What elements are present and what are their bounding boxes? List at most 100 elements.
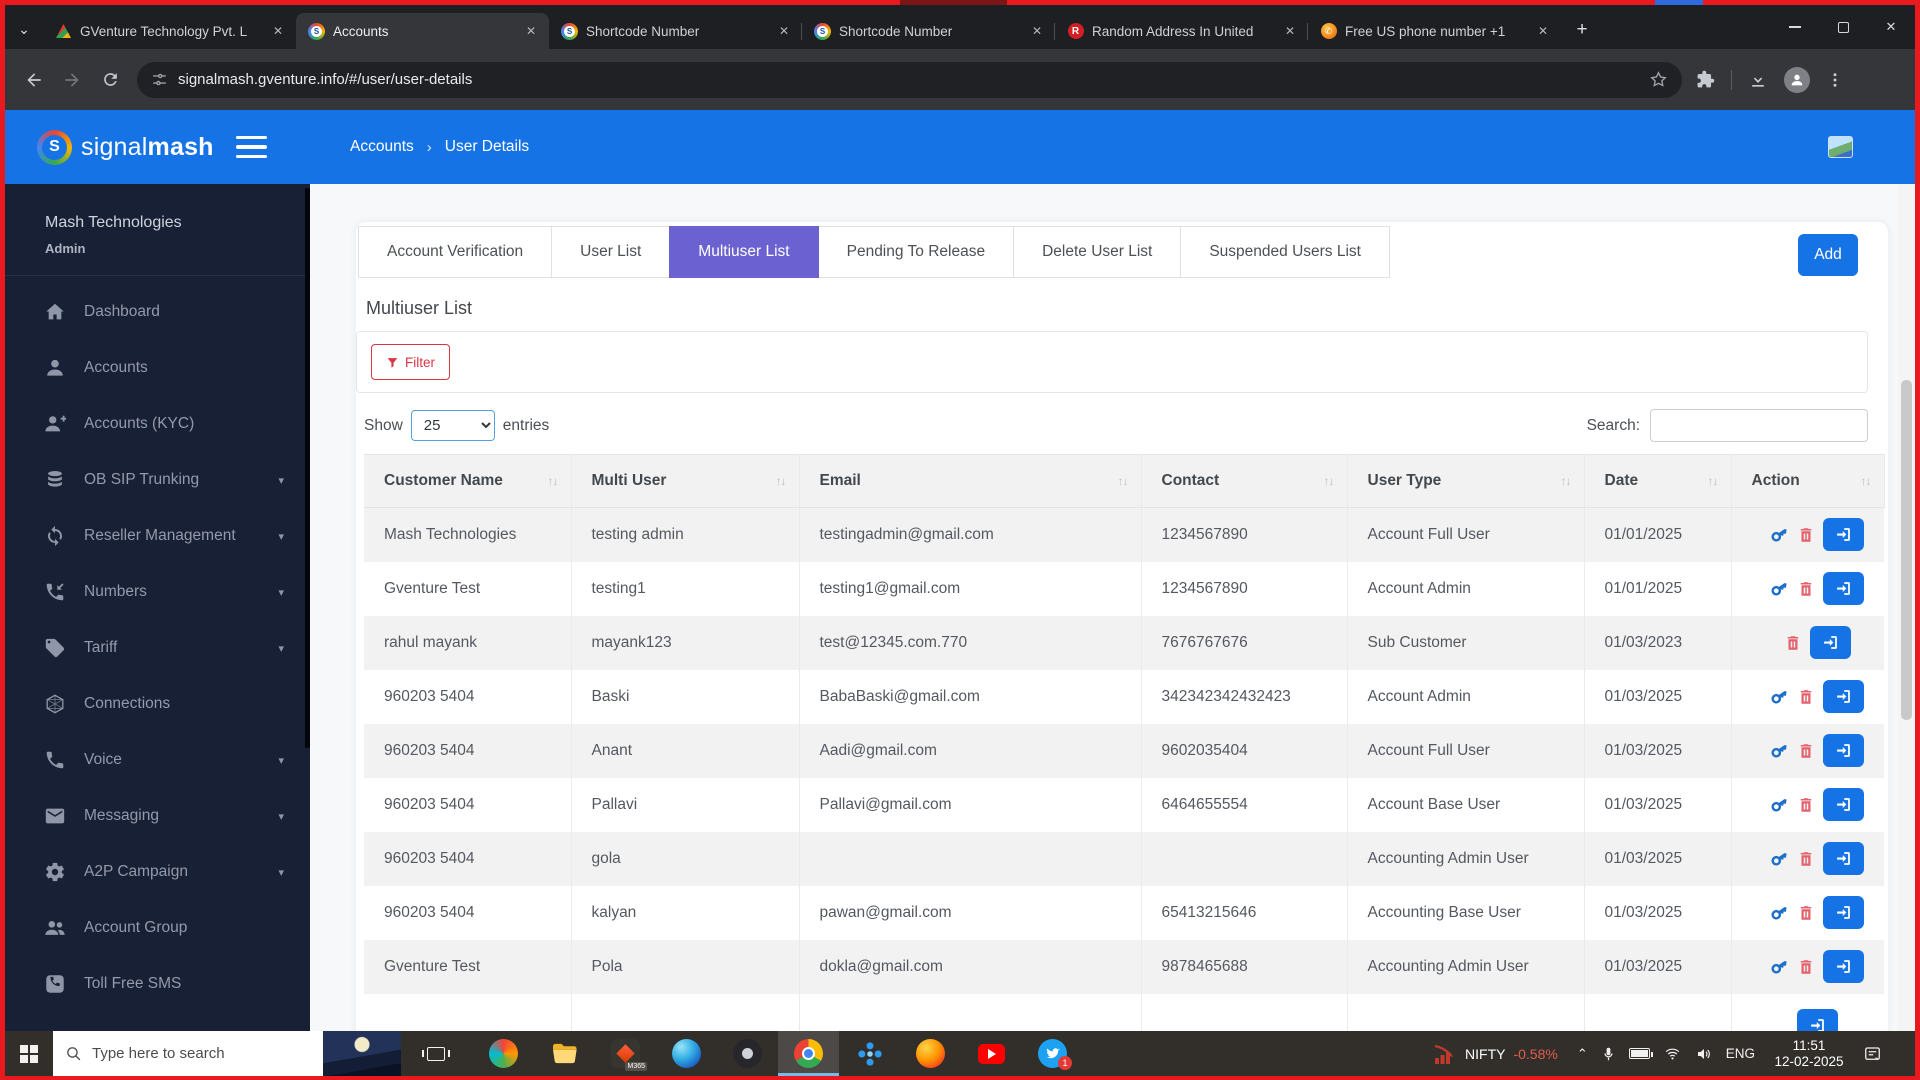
trash-icon[interactable] <box>1797 904 1815 922</box>
taskbar-app[interactable] <box>473 1031 534 1076</box>
tab-search-chevron-icon[interactable]: ⌄ <box>5 11 43 47</box>
sort-icon[interactable]: ↑↓ <box>548 474 558 488</box>
login-button[interactable] <box>1823 896 1864 929</box>
sidebar-item[interactable]: Accounts <box>5 340 310 396</box>
key-icon[interactable] <box>1767 575 1793 601</box>
sidebar-item[interactable]: Voice ▾ <box>5 732 310 788</box>
page-tab[interactable]: Delete User List <box>1013 226 1181 278</box>
language-indicator[interactable]: ENG <box>1726 1046 1755 1061</box>
page-scrollbar[interactable] <box>1898 184 1915 1031</box>
trash-icon[interactable] <box>1797 580 1815 598</box>
page-tab[interactable]: Multiuser List <box>669 226 818 278</box>
microphone-icon[interactable] <box>1601 1045 1616 1063</box>
filter-button[interactable]: Filter <box>371 344 450 380</box>
trash-icon[interactable] <box>1797 688 1815 706</box>
maximize-button[interactable] <box>1819 5 1867 49</box>
browser-tab[interactable]: R Random Address In United ✕ <box>1055 13 1308 49</box>
close-icon[interactable]: ✕ <box>1280 22 1300 40</box>
forward-button[interactable] <box>53 61 91 99</box>
extensions-icon[interactable] <box>1696 70 1715 89</box>
back-button[interactable] <box>15 61 53 99</box>
sidebar-item[interactable]: Dashboard <box>5 284 310 340</box>
taskbar-search[interactable]: Type here to search <box>53 1031 401 1076</box>
battery-icon[interactable] <box>1629 1048 1650 1059</box>
new-tab-button[interactable]: + <box>1567 15 1597 45</box>
taskbar-app[interactable] <box>778 1031 839 1076</box>
action-center-icon[interactable] <box>1863 1045 1882 1063</box>
login-button[interactable] <box>1823 680 1864 713</box>
sort-icon[interactable]: ↑↓ <box>1861 474 1871 488</box>
sidebar-item[interactable]: Toll Free SMS <box>5 956 310 1012</box>
trash-icon[interactable] <box>1797 742 1815 760</box>
taskbar-app[interactable] <box>839 1031 900 1076</box>
wifi-icon[interactable] <box>1663 1046 1682 1062</box>
task-view-button[interactable] <box>413 1031 459 1076</box>
window-close-button[interactable]: ✕ <box>1867 5 1915 49</box>
browser-tab[interactable]: S Accounts ✕ <box>296 13 549 49</box>
page-tab[interactable]: Account Verification <box>358 226 552 278</box>
sidebar-item[interactable]: A2P Campaign ▾ <box>5 844 310 900</box>
browser-tab[interactable]: S Shortcode Number ✕ <box>802 13 1055 49</box>
taskbar-app[interactable] <box>656 1031 717 1076</box>
browser-tab[interactable]: GVenture Technology Pvt. L ✕ <box>43 13 296 49</box>
reload-button[interactable] <box>91 61 129 99</box>
tray-expand-icon[interactable]: ⌃ <box>1577 1046 1588 1062</box>
sidebar-item[interactable]: Numbers ▾ <box>5 564 310 620</box>
sort-icon[interactable]: ↑↓ <box>776 474 786 488</box>
menu-kebab-icon[interactable] <box>1826 71 1844 89</box>
column-header[interactable]: Action ↑↓ <box>1731 455 1884 508</box>
clock[interactable]: 11:51 12-02-2025 <box>1768 1038 1850 1070</box>
login-button[interactable] <box>1797 1009 1838 1032</box>
taskbar-app[interactable] <box>900 1031 961 1076</box>
browser-tab[interactable]: ✆ Free US phone number +1 ✕ <box>1308 13 1561 49</box>
header-profile-image[interactable] <box>1828 136 1853 158</box>
breadcrumb-parent[interactable]: Accounts <box>350 138 414 156</box>
page-scrollbar-thumb[interactable] <box>1901 380 1912 720</box>
key-icon[interactable] <box>1767 845 1793 871</box>
column-header[interactable]: Customer Name ↑↓ <box>364 455 571 508</box>
column-header[interactable]: Contact ↑↓ <box>1141 455 1347 508</box>
page-tab[interactable]: Suspended Users List <box>1180 226 1390 278</box>
download-icon[interactable] <box>1748 70 1768 90</box>
hamburger-menu-icon[interactable] <box>236 136 267 159</box>
trash-icon[interactable] <box>1797 526 1815 544</box>
sidebar-item[interactable]: Connections <box>5 676 310 732</box>
key-icon[interactable] <box>1767 953 1793 979</box>
close-icon[interactable]: ✕ <box>521 22 541 40</box>
minimize-button[interactable] <box>1771 5 1819 49</box>
trash-icon[interactable] <box>1797 958 1815 976</box>
login-button[interactable] <box>1823 518 1864 551</box>
login-button[interactable] <box>1823 572 1864 605</box>
sort-icon[interactable]: ↑↓ <box>1708 474 1718 488</box>
sidebar-item[interactable]: Accounts (KYC) <box>5 396 310 452</box>
login-button[interactable] <box>1823 842 1864 875</box>
column-header[interactable]: Multi User ↑↓ <box>571 455 799 508</box>
stock-ticker[interactable]: NIFTY -0.58% <box>1431 1042 1558 1066</box>
page-tab[interactable]: User List <box>551 226 670 278</box>
login-button[interactable] <box>1810 626 1851 659</box>
start-button[interactable] <box>5 1031 53 1076</box>
key-icon[interactable] <box>1767 522 1793 548</box>
column-header[interactable]: Date ↑↓ <box>1584 455 1731 508</box>
taskbar-app[interactable] <box>961 1031 1022 1076</box>
sort-icon[interactable]: ↑↓ <box>1324 474 1334 488</box>
taskbar-app[interactable] <box>717 1031 778 1076</box>
url-text[interactable]: signalmash.gventure.info/#/user/user-det… <box>178 71 1639 88</box>
trash-icon[interactable] <box>1784 634 1802 652</box>
add-button[interactable]: Add <box>1798 234 1858 276</box>
close-icon[interactable]: ✕ <box>268 22 288 40</box>
key-icon[interactable] <box>1767 683 1793 709</box>
column-header[interactable]: Email ↑↓ <box>799 455 1141 508</box>
trash-icon[interactable] <box>1797 796 1815 814</box>
login-button[interactable] <box>1823 788 1864 821</box>
taskbar-app[interactable] <box>534 1031 595 1076</box>
login-button[interactable] <box>1823 950 1864 983</box>
sort-icon[interactable]: ↑↓ <box>1118 474 1128 488</box>
sort-icon[interactable]: ↑↓ <box>1561 474 1571 488</box>
browser-tab[interactable]: S Shortcode Number ✕ <box>549 13 802 49</box>
sidebar-item[interactable]: Account Group <box>5 900 310 956</box>
close-icon[interactable]: ✕ <box>774 22 794 40</box>
sidebar-item[interactable]: Reseller Management ▾ <box>5 508 310 564</box>
profile-avatar[interactable] <box>1784 67 1810 93</box>
sidebar-item[interactable]: OB SIP Trunking ▾ <box>5 452 310 508</box>
